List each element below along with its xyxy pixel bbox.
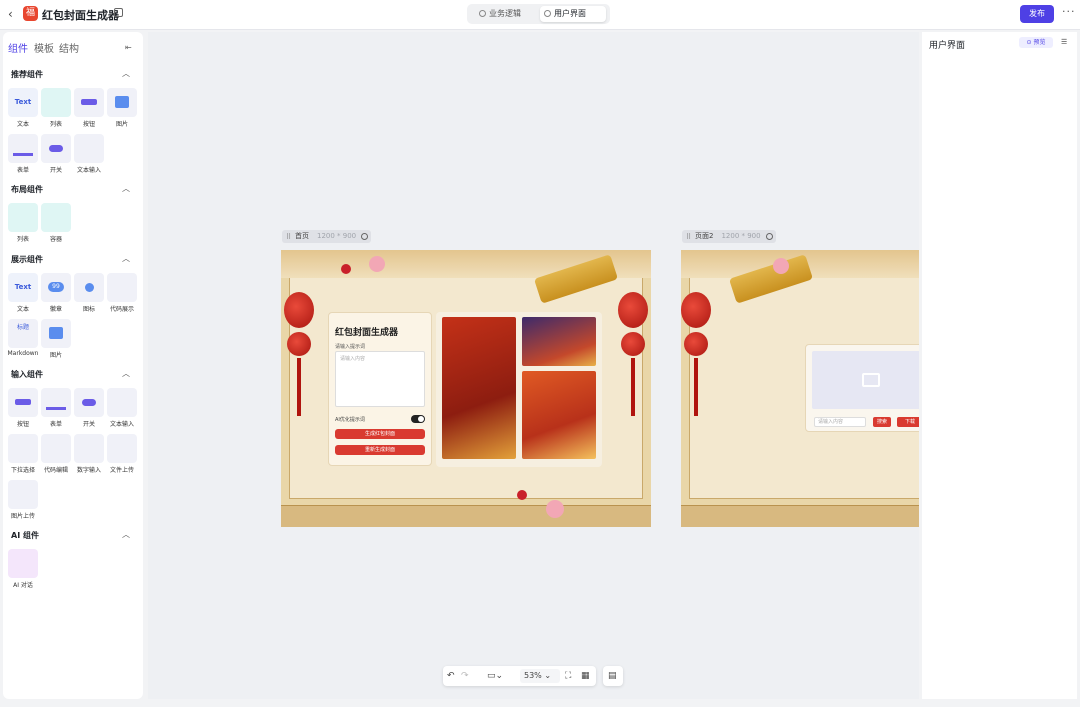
generator-card: 红包封面生成器 请输入提示词 请输入内容 AI优化提示词 生成红包封面 重新生成… — [328, 312, 432, 466]
flower — [369, 256, 385, 272]
section-title: 输入组件 — [11, 370, 43, 379]
image-icon — [862, 373, 880, 387]
properties-panel: 用户界面 ⊙ 预览 ☰ — [922, 32, 1077, 699]
component-label: 图片上传 — [10, 513, 35, 520]
tab-templates[interactable]: 模板 — [34, 40, 54, 55]
tab-label: 业务逻辑 — [489, 9, 521, 18]
fit-screen-icon[interactable]: ⛶ — [565, 669, 571, 683]
page2-input[interactable]: 请输入内容 — [814, 417, 866, 427]
component-display-image[interactable]: 图片 — [41, 319, 71, 359]
ai-optimize-toggle[interactable] — [411, 415, 425, 423]
logic-icon — [479, 10, 486, 17]
component-label: 文件上传 — [109, 467, 134, 474]
target-icon[interactable] — [361, 233, 368, 240]
page-tag[interactable]: ⠿ 页面2 1200 * 900 — [682, 230, 776, 243]
component-panel: 组件 模板 结构 ⇤ 推荐组件 ︿ Text 文本 列表 按钮 图片 表单 开关 … — [3, 32, 143, 699]
component-label: 图片 — [115, 121, 128, 128]
back-icon[interactable]: ‹ — [8, 7, 13, 21]
prompt-placeholder: 请输入内容 — [340, 356, 366, 362]
chevron-up-icon[interactable]: ︿ — [122, 183, 130, 194]
more-icon[interactable]: ··· — [1062, 5, 1076, 18]
component-container[interactable]: 容器 — [41, 203, 71, 243]
publish-button[interactable]: 发布 — [1020, 5, 1054, 23]
design-canvas[interactable]: ⠿ 首页 1200 * 900 红包封面生成器 请输入提示词 请输入内容 AI优化… — [148, 32, 919, 699]
tab-business-logic[interactable]: 业务逻辑 — [475, 6, 537, 22]
page-size: 1200 * 900 — [317, 232, 357, 240]
flower — [773, 258, 789, 274]
component-label: 文本输入 — [76, 167, 101, 174]
prompt-label: 请输入提示词 — [335, 344, 366, 350]
component-text-input[interactable]: 文本输入 — [74, 134, 104, 174]
tab-user-interface[interactable]: 用户界面 — [540, 6, 606, 22]
component-label: 图片 — [49, 352, 62, 359]
section-title: 推荐组件 — [11, 70, 43, 79]
component-image[interactable]: 图片 — [107, 88, 137, 128]
panel-title: 用户界面 — [929, 41, 966, 51]
generate-button[interactable]: 生成红包封面 — [335, 429, 425, 439]
grid-icon[interactable]: ▦ — [581, 669, 590, 683]
collapse-panel-icon[interactable]: ⇤ — [125, 43, 132, 52]
document-icon: ▤ — [608, 671, 617, 681]
section-title: 展示组件 — [11, 255, 43, 264]
chevron-up-icon[interactable]: ︿ — [122, 529, 130, 540]
flower — [546, 500, 564, 518]
component-label: 容器 — [49, 236, 62, 243]
cover-image-child[interactable] — [522, 371, 596, 459]
page2-card: 请输入内容 搜索 下载 — [805, 344, 919, 432]
redo-icon[interactable]: ↷ — [461, 669, 469, 683]
menu-icon[interactable]: ☰ — [1061, 38, 1067, 46]
device-icon[interactable]: ▭⌄ — [487, 669, 503, 683]
page-name: 首页 — [295, 232, 309, 240]
drag-handle-icon[interactable]: ⠿ — [686, 231, 691, 244]
preview-label: 预览 — [1033, 39, 1046, 46]
component-file-upload[interactable]: 文件上传 — [107, 434, 137, 474]
cover-image-festival[interactable] — [522, 317, 596, 366]
edit-icon[interactable] — [114, 8, 123, 17]
top-bar: ‹ 福 红包封面生成器 业务逻辑 用户界面 发布 ··· — [0, 0, 1080, 30]
component-label: AI 对话 — [13, 582, 33, 589]
section-title: 布局组件 — [11, 185, 43, 194]
target-icon[interactable] — [766, 233, 773, 240]
component-image-upload[interactable]: 图片上传 — [8, 480, 38, 520]
flower — [341, 264, 351, 274]
section-title: AI 组件 — [11, 531, 39, 540]
tab-components[interactable]: 组件 — [8, 40, 28, 55]
chevron-up-icon[interactable]: ︿ — [122, 368, 130, 379]
tab-label: 用户界面 — [554, 9, 586, 18]
chevron-up-icon[interactable]: ︿ — [122, 68, 130, 79]
app-logo: 福 — [23, 6, 38, 21]
drag-handle-icon[interactable]: ⠿ — [286, 231, 291, 244]
chevron-up-icon[interactable]: ︿ — [122, 253, 130, 264]
zoom-value: 53% — [524, 671, 542, 680]
preview-button[interactable]: ⊙ 预览 — [1019, 37, 1053, 48]
prompt-textarea[interactable]: 请输入内容 — [335, 351, 425, 407]
component-code-display[interactable]: 代码展示 — [107, 273, 137, 313]
component-input-text[interactable]: 文本输入 — [107, 388, 137, 428]
component-label: 代码展示 — [109, 306, 134, 313]
card-title: 红包封面生成器 — [335, 328, 399, 338]
flower — [517, 490, 527, 500]
component-ai-chat[interactable]: AI 对话 — [8, 549, 38, 589]
page-name: 页面2 — [695, 232, 714, 240]
undo-icon[interactable]: ↶ — [447, 669, 455, 683]
zoom-select[interactable]: 53% ⌄ — [520, 669, 560, 683]
ai-optimize-label: AI优化提示词 — [335, 417, 365, 423]
palette-icon — [544, 10, 551, 17]
cover-gallery — [436, 312, 602, 467]
page-size: 1200 * 900 — [721, 232, 761, 240]
app-title: 红包封面生成器 — [42, 9, 119, 22]
search-button[interactable]: 搜索 — [873, 417, 891, 427]
image-placeholder — [812, 351, 919, 409]
page-frame-home[interactable]: 红包封面生成器 请输入提示词 请输入内容 AI优化提示词 生成红包封面 重新生成… — [281, 250, 651, 527]
download-button[interactable]: 下载 — [897, 417, 919, 427]
component-label: 文本输入 — [109, 421, 134, 428]
page-settings-button[interactable]: ▤ — [603, 666, 623, 686]
cover-image-snake[interactable] — [442, 317, 516, 459]
page-frame-page2[interactable]: 请输入内容 搜索 下载 — [681, 250, 919, 527]
page-tag[interactable]: ⠿ 首页 1200 * 900 — [282, 230, 371, 243]
regenerate-button[interactable]: 重新生成封面 — [335, 445, 425, 455]
tab-structure[interactable]: 结构 — [59, 40, 79, 55]
canvas-toolbar: ↶ ↷ ▭⌄ 53% ⌄ ⛶ ▦ — [443, 666, 596, 686]
mode-switch: 业务逻辑 用户界面 — [467, 4, 610, 24]
